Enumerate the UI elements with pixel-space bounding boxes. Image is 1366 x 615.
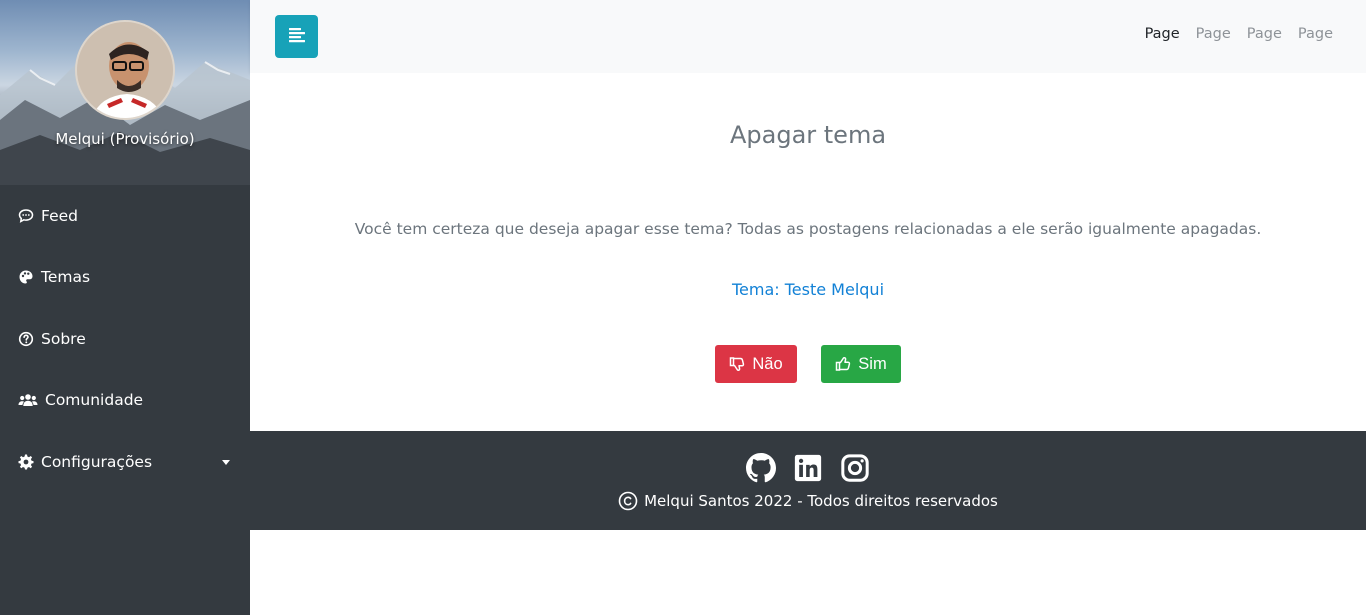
sidebar: Melqui (Provisório) Feed Temas Sobre Com… <box>0 0 250 615</box>
sidebar-item-label: Comunidade <box>45 391 144 409</box>
sidebar-item-configuracoes[interactable]: Configurações <box>0 442 250 482</box>
users-icon <box>18 392 38 408</box>
confirm-message: Você tem certeza que deseja apagar esse … <box>354 220 1262 238</box>
yes-button[interactable]: Sim <box>821 345 901 383</box>
thumbs-up-icon <box>835 356 851 372</box>
align-left-icon <box>288 26 306 48</box>
sidebar-item-label: Sobre <box>41 330 86 348</box>
sidebar-item-label: Configurações <box>41 453 153 471</box>
sidebar-item-label: Temas <box>41 268 91 286</box>
theme-name: Tema: Teste Melqui <box>731 280 885 299</box>
footer: Melqui Santos 2022 - Todos direitos rese… <box>250 431 1366 530</box>
nav-link-page-1[interactable]: Page <box>1145 26 1180 42</box>
nav-link-page-4[interactable]: Page <box>1298 26 1333 42</box>
question-circle-icon <box>18 331 34 347</box>
sidebar-toggle-button[interactable] <box>275 15 318 58</box>
no-button-label: Não <box>752 354 783 373</box>
thumbs-down-icon <box>729 356 745 372</box>
sidebar-item-feed[interactable]: Feed <box>0 196 250 236</box>
copyright-text: Melqui Santos 2022 - Todos direitos rese… <box>644 492 998 510</box>
top-nav: Page Page Page Page <box>1145 26 1333 42</box>
no-button[interactable]: Não <box>715 345 797 383</box>
copyright: Melqui Santos 2022 - Todos direitos rese… <box>250 491 1366 511</box>
sidebar-header: Melqui (Provisório) <box>0 0 250 185</box>
palette-icon <box>18 269 34 285</box>
sidebar-item-temas[interactable]: Temas <box>0 257 250 297</box>
avatar <box>75 20 175 120</box>
gear-icon <box>18 454 34 470</box>
github-icon[interactable] <box>746 453 776 483</box>
caret-down-icon <box>222 460 230 465</box>
nav-link-page-3[interactable]: Page <box>1247 26 1282 42</box>
comment-icon <box>18 208 34 224</box>
sidebar-item-comunidade[interactable]: Comunidade <box>0 380 250 420</box>
nav-link-page-2[interactable]: Page <box>1196 26 1231 42</box>
copyright-icon <box>618 491 638 511</box>
sidebar-item-sobre[interactable]: Sobre <box>0 319 250 359</box>
yes-button-label: Sim <box>858 354 887 373</box>
topbar: Page Page Page Page <box>250 0 1366 73</box>
linkedin-icon[interactable] <box>793 453 823 483</box>
social-links <box>250 453 1366 483</box>
page-title: Apagar tema <box>729 121 887 149</box>
main-content: Apagar tema Você tem certeza que deseja … <box>250 73 1366 431</box>
instagram-icon[interactable] <box>840 453 870 483</box>
sidebar-item-label: Feed <box>41 207 78 225</box>
user-name: Melqui (Provisório) <box>55 130 195 148</box>
